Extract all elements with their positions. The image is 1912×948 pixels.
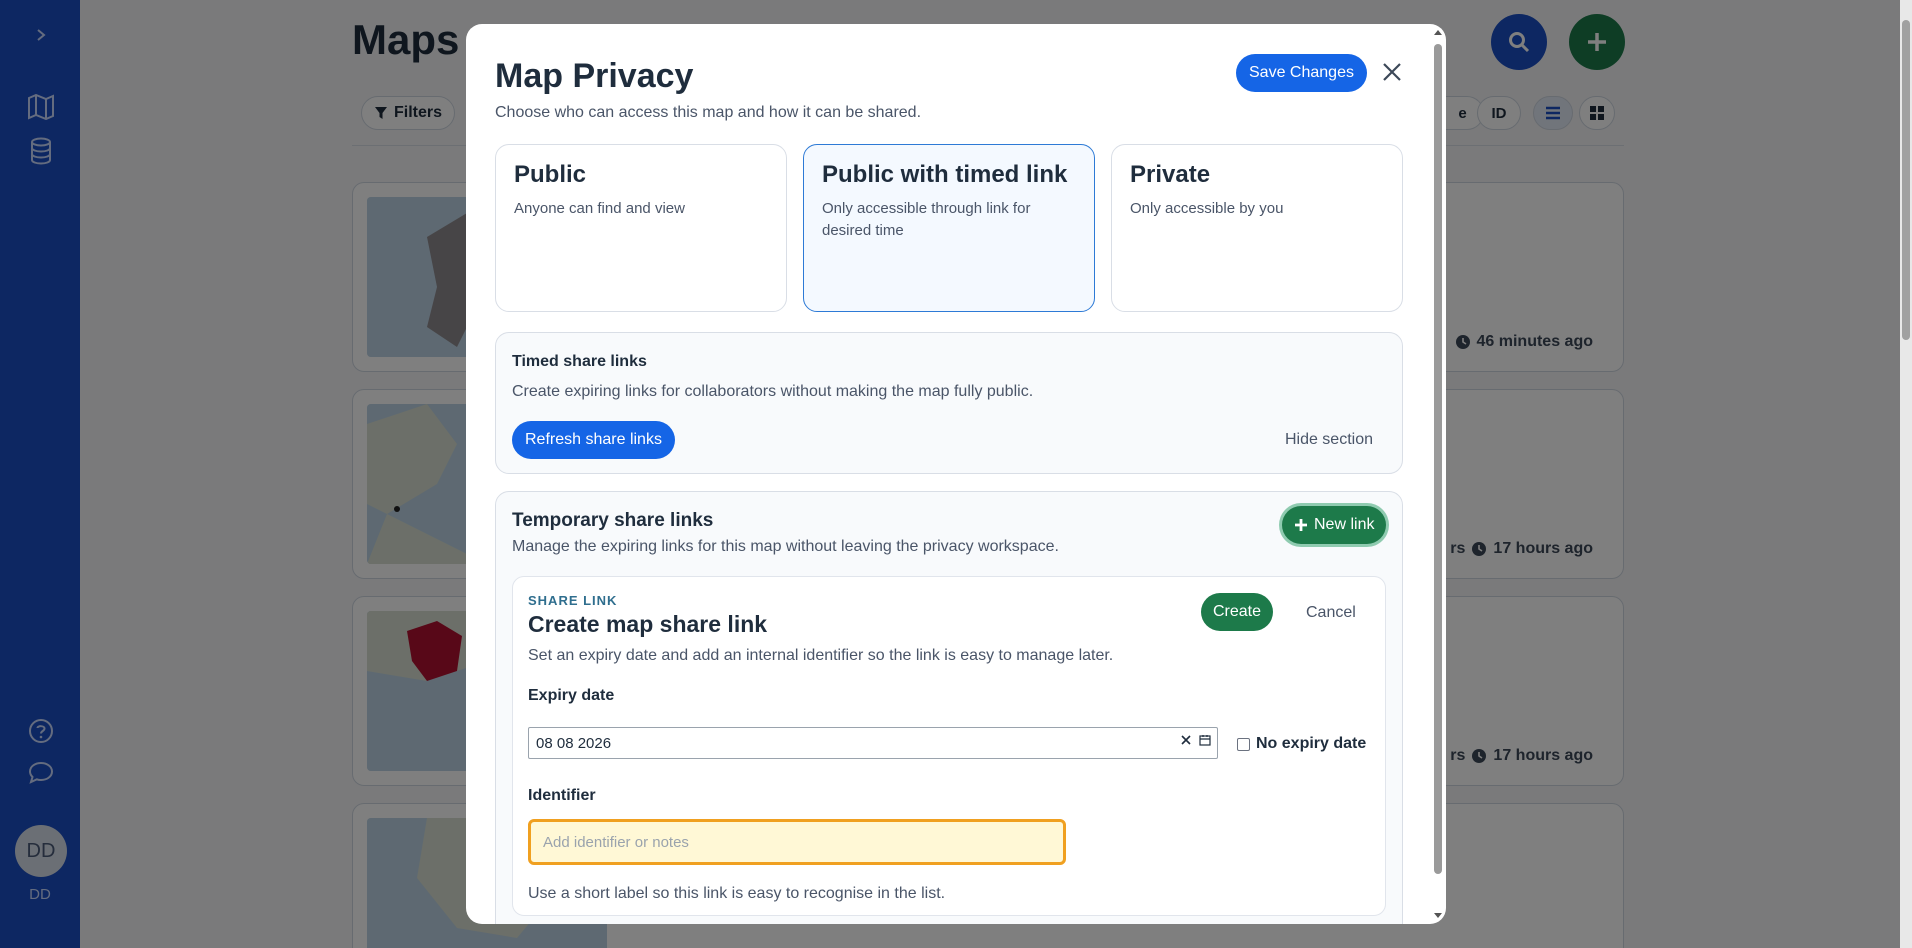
scroll-up-icon[interactable]	[1434, 28, 1442, 36]
option-title: Private	[1130, 161, 1211, 188]
expiry-date-label: Expiry date	[528, 687, 615, 704]
new-link-label: New link	[1314, 516, 1375, 533]
form-title: Create map share link	[528, 611, 768, 637]
clear-date-icon[interactable]	[1181, 735, 1191, 745]
no-expiry-option[interactable]: No expiry date	[1237, 735, 1366, 753]
privacy-option-public[interactable]: Public Anyone can find and view	[495, 144, 787, 312]
save-changes-button[interactable]: Save Changes	[1236, 54, 1367, 92]
section-description: Create expiring links for collaborators …	[512, 383, 1034, 400]
hide-section-button[interactable]: Hide section	[1285, 431, 1373, 449]
option-description: Only accessible through link for desired…	[822, 200, 1031, 239]
privacy-option-private[interactable]: Private Only accessible by you	[1111, 144, 1403, 312]
identifier-label: Identifier	[528, 787, 596, 804]
form-description: Set an expiry date and add an internal i…	[528, 647, 1114, 664]
modal-title: Map Privacy	[495, 57, 694, 95]
privacy-option-timed-link[interactable]: Public with timed link Only accessible t…	[803, 144, 1095, 312]
form-kicker: SHARE LINK	[528, 593, 618, 608]
option-description: Only accessible by you	[1130, 200, 1284, 217]
modal-scrollbar[interactable]	[1434, 44, 1442, 874]
close-button[interactable]	[1378, 58, 1406, 86]
no-expiry-label: No expiry date	[1256, 735, 1367, 752]
option-description: Anyone can find and view	[514, 200, 685, 217]
map-privacy-modal: Map Privacy Choose who can access this m…	[466, 24, 1446, 924]
section-description: Manage the expiring links for this map w…	[512, 538, 1059, 555]
plus-icon	[1295, 519, 1307, 531]
expiry-date-value: 08 08 2026	[536, 734, 612, 752]
option-title: Public with timed link	[822, 161, 1068, 188]
create-share-link-form: SHARE LINK Create map share link Set an …	[512, 576, 1386, 916]
refresh-share-links-button[interactable]: Refresh share links	[512, 421, 675, 459]
create-button[interactable]: Create	[1201, 593, 1274, 631]
scroll-down-icon[interactable]	[1434, 912, 1442, 920]
no-expiry-checkbox[interactable]	[1237, 737, 1250, 751]
calendar-icon[interactable]	[1199, 734, 1211, 746]
page-scrollbar-thumb[interactable]	[1902, 20, 1910, 340]
expiry-date-input[interactable]: 08 08 2026	[528, 727, 1218, 759]
timed-share-links-section: Timed share links Create expiring links …	[495, 332, 1403, 474]
section-title: Timed share links	[512, 353, 647, 370]
section-title: Temporary share links	[512, 510, 714, 531]
identifier-helper-text: Use a short label so this link is easy t…	[528, 885, 946, 902]
cancel-button[interactable]: Cancel	[1306, 604, 1356, 622]
new-link-button[interactable]: New link	[1282, 506, 1387, 544]
modal-subtitle: Choose who can access this map and how i…	[495, 104, 922, 121]
temporary-share-links-section: Temporary share links Manage the expirin…	[495, 491, 1403, 924]
close-icon	[1383, 63, 1401, 81]
option-title: Public	[514, 161, 587, 188]
identifier-input[interactable]: Add identifier or notes	[528, 819, 1066, 865]
